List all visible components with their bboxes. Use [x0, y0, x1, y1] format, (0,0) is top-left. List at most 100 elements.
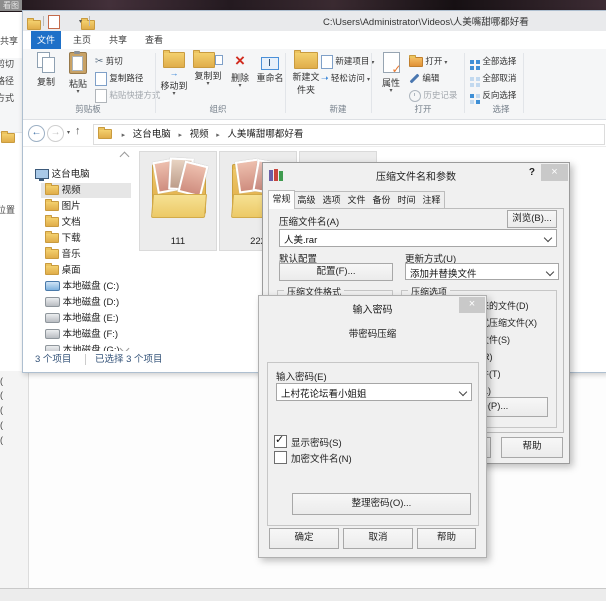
qat-dropdown-icon[interactable]: [79, 20, 82, 24]
background-tab-fragment: 共享: [0, 34, 20, 47]
tab-time[interactable]: 时间: [394, 191, 420, 209]
copy-to-icon: [193, 52, 215, 68]
folder-icon: [45, 185, 59, 195]
status-divider: [85, 354, 86, 365]
new-item-button[interactable]: 新建项目: [321, 53, 374, 70]
qat-separator: [89, 16, 90, 26]
tab-backup[interactable]: 备份: [369, 191, 395, 209]
copy-button[interactable]: 复制: [31, 52, 61, 88]
browse-button[interactable]: 浏览(B)...: [507, 210, 557, 228]
delete-button[interactable]: 删除: [227, 52, 253, 88]
ribbon-divider: [464, 53, 465, 113]
breadcrumb[interactable]: 这台电脑 视频 人美嘴甜哪都好看: [93, 124, 605, 145]
sidebar-item-disk-c[interactable]: 本地磁盘 (C:): [45, 279, 119, 294]
easy-access-button[interactable]: ➝ 轻松访问: [321, 70, 370, 87]
paste-shortcut-button[interactable]: 粘贴快捷方式: [95, 87, 160, 104]
back-button[interactable]: ←: [28, 125, 45, 142]
properties-icon: [383, 52, 400, 73]
background-drive-fragment: ): [0, 405, 6, 415]
winrar-close-button[interactable]: [541, 164, 568, 181]
tab-view[interactable]: 查看: [139, 31, 169, 49]
breadcrumb-videos[interactable]: 视频: [190, 129, 209, 140]
folder-icon: [45, 249, 59, 259]
profile-button[interactable]: 配置(F)...: [279, 263, 393, 281]
encrypt-names-checkbox[interactable]: 加密文件名(N): [274, 451, 352, 465]
up-button[interactable]: ↑: [75, 125, 81, 137]
sidebar-item-desktop[interactable]: 桌面: [45, 263, 81, 278]
cut-button[interactable]: 剪切: [95, 53, 123, 70]
sidebar-item-downloads[interactable]: 下载: [45, 231, 81, 246]
password-ok-button[interactable]: 确定: [269, 528, 339, 549]
folder-tile-111[interactable]: 111: [139, 151, 217, 251]
ribbon-divider: [155, 53, 156, 113]
copy-path-button[interactable]: 复制路径: [95, 70, 143, 87]
paste-button[interactable]: 粘贴: [63, 52, 93, 94]
drive-icon: [45, 313, 60, 323]
tab-options[interactable]: 选项: [319, 191, 345, 209]
recent-locations-icon[interactable]: [67, 131, 70, 135]
password-group: 输入密码(E) 上村花论坛看小姐姐 ✓显示密码(S) 加密文件名(N) 整理密码…: [267, 362, 479, 526]
qat-separator: [43, 16, 44, 26]
tab-file[interactable]: 文件: [31, 31, 61, 49]
tab-files[interactable]: 文件: [344, 191, 370, 209]
forward-button[interactable]: →: [47, 125, 64, 142]
select-none-button[interactable]: 全部取消: [469, 70, 516, 87]
update-mode-combo[interactable]: 添加并替换文件: [405, 263, 559, 280]
properties-button[interactable]: 属性: [377, 52, 405, 93]
tab-general[interactable]: 常规: [268, 190, 295, 209]
sidebar-item-documents[interactable]: 文档: [45, 215, 81, 230]
select-all-icon: [470, 60, 474, 64]
qat-folder-icon[interactable]: [27, 20, 41, 30]
drive-icon: [45, 329, 60, 339]
folder-icon: [45, 265, 59, 275]
copy-to-button[interactable]: 复制到: [193, 52, 223, 86]
qat-new-item-icon[interactable]: [48, 15, 60, 29]
select-all-button[interactable]: 全部选择: [469, 53, 516, 70]
ribbon-divider: [285, 53, 286, 113]
sidebar-item-this-pc[interactable]: 这台电脑: [35, 167, 90, 182]
chevron-down-icon: [544, 234, 552, 242]
tab-share[interactable]: 共享: [103, 31, 133, 49]
ribbon-tab-row: 文件 主页 共享 查看: [23, 31, 606, 49]
sidebar-item-disk-e[interactable]: 本地磁盘 (E:): [45, 311, 119, 326]
dialog-help-button[interactable]: ?: [529, 167, 535, 178]
tab-comment[interactable]: 注释: [419, 191, 445, 209]
password-input-combo[interactable]: 上村花论坛看小姐姐: [276, 383, 472, 401]
edit-pencil-icon: [410, 74, 420, 84]
breadcrumb-separator-icon: [122, 126, 126, 145]
new-folder-button[interactable]: 新建文件夹: [289, 52, 323, 96]
tab-home[interactable]: 主页: [67, 31, 97, 49]
organize-passwords-button[interactable]: 整理密码(O)...: [292, 493, 471, 515]
history-button[interactable]: 历史记录: [409, 87, 457, 104]
sidebar-item-disk-d[interactable]: 本地磁盘 (D:): [45, 295, 119, 310]
rename-button[interactable]: 重命名: [255, 52, 285, 84]
desktop-bottom-strip: [0, 588, 606, 601]
winrar-help-button[interactable]: 帮助: [501, 437, 563, 458]
password-close-button[interactable]: [459, 297, 485, 313]
drive-icon: [45, 297, 60, 307]
sidebar-item-disk-f[interactable]: 本地磁盘 (F:): [45, 327, 118, 342]
sidebar-item-music[interactable]: 音乐: [45, 247, 81, 262]
breadcrumb-current-folder[interactable]: 人美嘴甜哪都好看: [227, 129, 303, 140]
breadcrumb-this-pc[interactable]: 这台电脑: [133, 129, 171, 140]
password-dialog-title: 输入密码: [259, 301, 486, 316]
edit-button[interactable]: 编辑: [409, 70, 439, 87]
archive-name-combo[interactable]: 人美.rar: [279, 229, 557, 247]
archive-name-label: 压缩文件名(A): [279, 214, 339, 228]
sidebar-item-pictures[interactable]: 图片: [45, 199, 81, 214]
open-folder-icon: [409, 57, 423, 67]
sidebar-item-videos[interactable]: 视频: [41, 183, 131, 198]
password-cancel-button[interactable]: 取消: [343, 528, 413, 549]
tab-advanced[interactable]: 高级: [294, 191, 320, 209]
background-drive-fragment: ): [0, 376, 6, 386]
winrar-dialog-title: 压缩文件名和参数: [263, 168, 569, 183]
move-to-button[interactable]: → 移动到: [159, 52, 189, 96]
sidebar-scroll-up-icon[interactable]: [120, 152, 130, 162]
explorer-titlebar: C:\Users\Administrator\Videos\人美嘴甜哪都好看: [23, 11, 606, 31]
password-help-button[interactable]: 帮助: [417, 528, 476, 549]
invert-selection-button[interactable]: 反向选择: [469, 87, 516, 104]
folder-thumbnail-icon: [149, 158, 207, 232]
show-password-checkbox[interactable]: ✓显示密码(S): [274, 435, 342, 449]
open-button[interactable]: 打开: [409, 53, 447, 70]
computer-icon: [35, 169, 49, 179]
